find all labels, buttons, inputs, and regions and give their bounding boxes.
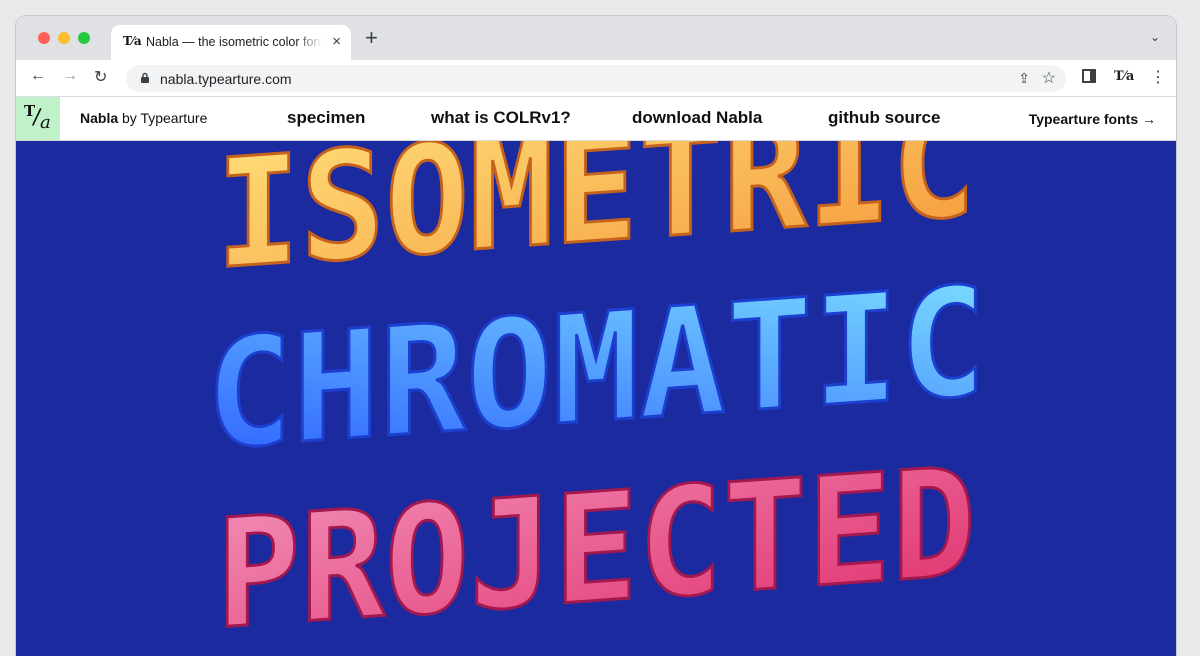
share-icon[interactable]: ⇪	[1018, 70, 1030, 87]
menu-icon[interactable]: ⋮	[1150, 67, 1166, 87]
extension-icon[interactable]: T⁄a	[1114, 69, 1134, 84]
favicon-icon: T⁄a	[123, 34, 142, 48]
browser-toolbar: ← → ↻ nabla.typearture.com ⇪ ☆ T⁄a ⋮	[16, 60, 1176, 97]
reload-icon[interactable]: ↻	[94, 67, 107, 87]
nav-what-is-colrv1[interactable]: what is COLRv1?	[431, 108, 571, 128]
brand-by: by Typearture	[122, 110, 208, 126]
tab-title: Nabla — the isometric color font	[146, 35, 322, 49]
nav-download[interactable]: download Nabla	[632, 108, 762, 128]
new-tab-button[interactable]: +	[365, 27, 378, 49]
star-icon[interactable]: ☆	[1042, 68, 1056, 88]
browser-window: T⁄a Nabla — the isometric color font × +…	[16, 16, 1176, 656]
url-text[interactable]: nabla.typearture.com	[160, 71, 292, 87]
hero-specimen: ISOMETRIC CHROMATIC PROJECTED	[16, 141, 1176, 656]
address-bar[interactable]: nabla.typearture.com ⇪ ☆	[126, 65, 1066, 92]
tab-strip: T⁄a Nabla — the isometric color font × +…	[16, 16, 1176, 60]
lock-icon	[141, 72, 149, 83]
side-panel-icon[interactable]	[1082, 69, 1096, 83]
maximize-window-button[interactable]	[78, 32, 90, 44]
brand-link[interactable]: Nabla by Typearture	[80, 110, 207, 126]
site-header: T / a Nabla by Typearture specimen what …	[16, 97, 1176, 141]
nav-specimen[interactable]: specimen	[287, 108, 365, 128]
forward-icon[interactable]: →	[62, 67, 78, 85]
hero-artwork: ISOMETRIC CHROMATIC PROJECTED	[205, 141, 988, 656]
tab-search-chevron-icon[interactable]: ⌄	[1150, 30, 1160, 44]
close-tab-icon[interactable]: ×	[332, 33, 341, 50]
typearture-logo[interactable]: T / a	[16, 97, 60, 140]
typearture-fonts-link[interactable]: Typearture fonts →	[1029, 111, 1156, 127]
minimize-window-button[interactable]	[58, 32, 70, 44]
close-window-button[interactable]	[38, 32, 50, 44]
browser-tab[interactable]: T⁄a Nabla — the isometric color font ×	[111, 25, 351, 60]
back-icon[interactable]: ←	[30, 67, 46, 85]
nav-github[interactable]: github source	[828, 108, 940, 128]
brand-name: Nabla	[80, 110, 119, 126]
